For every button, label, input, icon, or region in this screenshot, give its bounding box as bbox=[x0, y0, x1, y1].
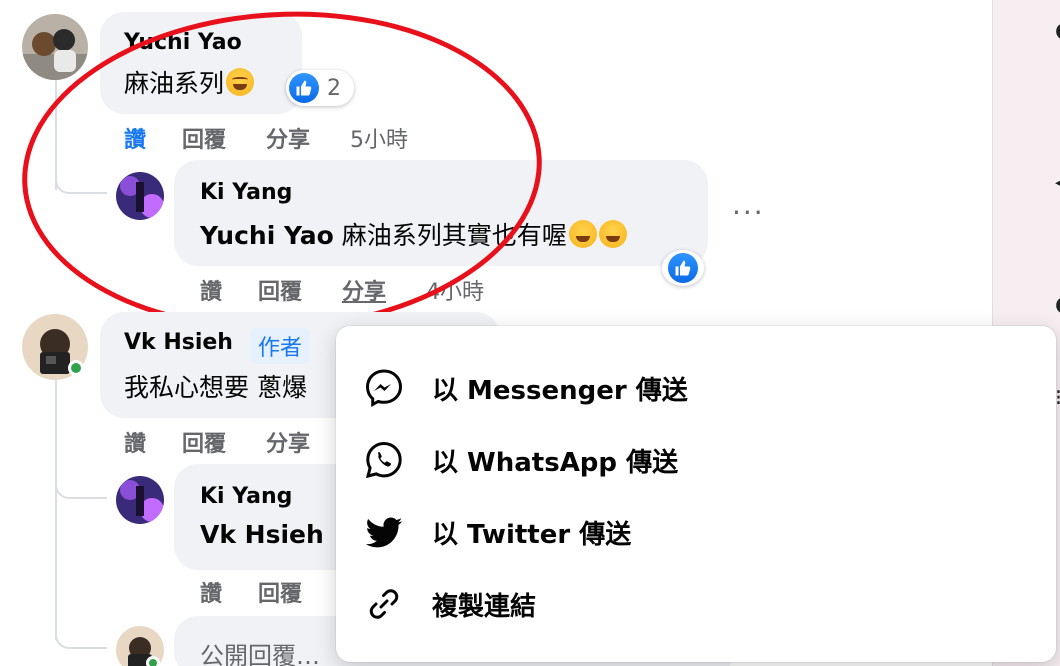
author-badge: 作者 bbox=[250, 328, 311, 364]
reply-button[interactable]: 回覆 bbox=[258, 576, 302, 608]
link-icon bbox=[362, 582, 406, 626]
mention-link[interactable]: Vk Hsieh bbox=[200, 520, 324, 549]
reaction-badge[interactable] bbox=[662, 250, 704, 286]
comment-author[interactable]: Yuchi Yao bbox=[124, 30, 242, 55]
whatsapp-icon bbox=[362, 438, 406, 482]
share-twitter-option[interactable]: 以 Twitter 傳送 bbox=[362, 500, 1042, 564]
like-reaction-icon bbox=[289, 73, 319, 103]
thread-line bbox=[55, 380, 57, 640]
messenger-icon bbox=[362, 366, 406, 410]
avatar[interactable] bbox=[116, 476, 164, 524]
reply-text: Yuchi Yao 麻油系列其實也有喔 bbox=[200, 216, 627, 252]
share-messenger-option[interactable]: 以 Messenger 傳送 bbox=[362, 356, 1042, 420]
reply-text-content: 麻油系列其實也有喔 bbox=[341, 221, 567, 250]
thread-connector bbox=[55, 605, 107, 649]
comment-text: 我私心想要 蔥爆 bbox=[124, 373, 307, 402]
like-button[interactable]: 讚 bbox=[200, 274, 222, 306]
reply-input-placeholder: 公開回覆… bbox=[200, 642, 320, 666]
reply-button[interactable]: 回覆 bbox=[258, 274, 302, 306]
online-status-indicator bbox=[68, 360, 84, 376]
reply-button[interactable]: 回覆 bbox=[182, 426, 226, 458]
comment-timestamp[interactable]: 5小時 bbox=[350, 122, 408, 154]
twitter-icon bbox=[362, 510, 406, 554]
reply-author[interactable]: Ki Yang bbox=[200, 180, 292, 205]
reply-timestamp[interactable]: 4小時 bbox=[426, 274, 484, 306]
comment-author[interactable]: Vk Hsieh bbox=[124, 330, 233, 355]
reaction-count: 2 bbox=[327, 75, 341, 101]
reply-author[interactable]: Ki Yang bbox=[200, 484, 292, 509]
comment-text-content: 麻油系列 bbox=[124, 69, 225, 98]
smiling-emoji-icon bbox=[226, 68, 255, 96]
like-reaction-icon bbox=[668, 253, 698, 283]
share-whatsapp-option[interactable]: 以 WhatsApp 傳送 bbox=[362, 428, 1042, 492]
menu-item-label: 以 WhatsApp 傳送 bbox=[432, 447, 679, 478]
like-button[interactable]: 讚 bbox=[200, 576, 222, 608]
avatar[interactable] bbox=[22, 14, 88, 80]
panel-icon[interactable]: ◂ bbox=[1055, 172, 1060, 194]
like-button[interactable]: 讚 bbox=[124, 426, 146, 458]
share-button[interactable]: 分享 bbox=[266, 122, 310, 154]
reaction-badge[interactable]: 2 bbox=[286, 70, 354, 106]
thread-connector bbox=[55, 455, 107, 499]
reply-button[interactable]: 回覆 bbox=[182, 122, 226, 154]
menu-item-label: 以 Messenger 傳送 bbox=[432, 375, 688, 406]
like-button[interactable]: 讚 bbox=[124, 122, 146, 154]
share-menu: 以 Messenger 傳送 以 WhatsApp 傳送 以 Twitter 傳… bbox=[336, 326, 1056, 662]
mention-link[interactable]: Yuchi Yao bbox=[200, 221, 334, 250]
avatar[interactable] bbox=[116, 172, 164, 220]
reply-text: Vk Hsieh bbox=[200, 520, 324, 549]
copy-link-option[interactable]: 複製連結 bbox=[362, 572, 1042, 636]
panel-icon[interactable]: ◖ bbox=[1055, 294, 1060, 316]
share-button[interactable]: 分享 bbox=[266, 426, 310, 458]
panel-icon[interactable]: ◖ bbox=[1055, 20, 1060, 42]
more-options-button[interactable]: ··· bbox=[732, 199, 765, 227]
thread-connector bbox=[55, 150, 107, 194]
laughing-emoji-icon bbox=[598, 220, 627, 248]
menu-item-label: 以 Twitter 傳送 bbox=[432, 519, 632, 550]
laughing-emoji-icon bbox=[568, 220, 597, 248]
online-status-indicator bbox=[146, 656, 160, 666]
menu-item-label: 複製連結 bbox=[432, 591, 537, 622]
share-button[interactable]: 分享 bbox=[342, 274, 386, 306]
comment-text: 麻油系列 bbox=[124, 64, 255, 100]
